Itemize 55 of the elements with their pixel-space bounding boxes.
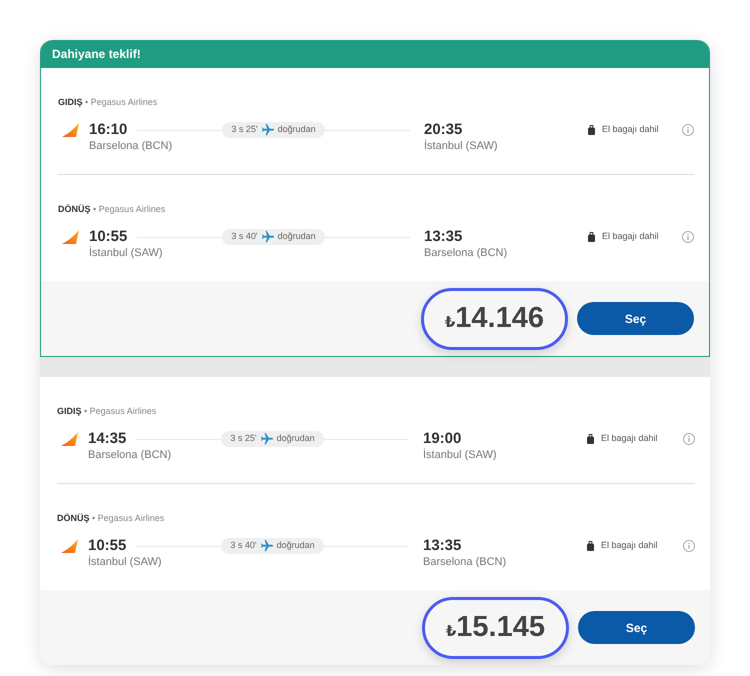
- select-button[interactable]: Seç: [578, 611, 695, 644]
- info-icon[interactable]: [683, 540, 695, 552]
- plane-icon: [262, 124, 274, 136]
- price-amount: 15.145: [456, 612, 545, 644]
- leg-label: GIDIŞ • Pegasus Airlines: [58, 96, 158, 108]
- suitcase-icon: [587, 541, 594, 551]
- plane-icon: [260, 433, 273, 445]
- offer-banner: Dahiyane teklif!: [41, 40, 709, 68]
- select-button[interactable]: Seç: [577, 302, 694, 335]
- departure-time: 16:10: [89, 121, 128, 139]
- baggage-text: El bagajı dahil: [602, 230, 659, 244]
- departure-city: İstanbul (SAW): [89, 246, 163, 260]
- arrival-city: Barselona (BCN): [423, 555, 506, 569]
- baggage-text: El bagajı dahil: [601, 432, 658, 446]
- arrival-city: İstanbul (SAW): [424, 139, 498, 153]
- stops-text: doğrudan: [276, 539, 315, 552]
- departure-city: Barselona (BCN): [89, 139, 172, 153]
- currency-sign: ₺: [446, 624, 456, 640]
- baggage-text: El bagajı dahil: [601, 539, 658, 552]
- departure-time: 14:35: [88, 430, 126, 448]
- leg-label: DÖNÜŞ • Pegasus Airlines: [58, 203, 166, 215]
- arrival-time: 13:35: [423, 537, 462, 555]
- price-amount: 14.146: [455, 302, 544, 334]
- duration-text: 3 s 40': [231, 230, 258, 244]
- suitcase-icon: [588, 232, 595, 242]
- arrival-time: 13:35: [424, 228, 462, 246]
- duration-text: 3 s 40': [230, 539, 257, 552]
- arrival-time: 19:00: [423, 430, 462, 448]
- departure-time: 10:55: [88, 537, 126, 555]
- leg-label: DÖNÜŞ • Pegasus Airlines: [57, 512, 164, 524]
- plane-icon: [262, 231, 274, 243]
- stops-text: doğrudan: [276, 432, 315, 446]
- leg-label: GIDIŞ • Pegasus Airlines: [57, 405, 156, 417]
- stops-text: doğrudan: [278, 230, 316, 244]
- suitcase-icon: [588, 125, 595, 135]
- info-icon[interactable]: [683, 433, 695, 445]
- suitcase-icon: [587, 434, 594, 444]
- tail-logo-icon: [62, 230, 79, 244]
- plane-icon: [260, 540, 273, 552]
- duration-text: 3 s 25': [231, 123, 258, 136]
- currency-sign: ₺: [444, 314, 456, 332]
- arrival-time: 20:35: [424, 121, 462, 139]
- stops-text: doğrudan: [278, 123, 316, 136]
- departure-time: 10:55: [89, 228, 128, 246]
- arrival-city: İstanbul (SAW): [423, 448, 497, 462]
- info-icon[interactable]: [682, 124, 694, 136]
- info-icon[interactable]: [682, 231, 694, 243]
- departure-city: Barselona (BCN): [88, 448, 172, 462]
- tail-logo-icon: [61, 539, 78, 553]
- departure-city: İstanbul (SAW): [88, 555, 162, 569]
- arrival-city: Barselona (BCN): [424, 246, 508, 260]
- baggage-text: El bagajı dahil: [602, 123, 659, 136]
- tail-logo-icon: [61, 432, 78, 446]
- tail-logo-icon: [62, 123, 79, 137]
- duration-text: 3 s 25': [230, 432, 257, 446]
